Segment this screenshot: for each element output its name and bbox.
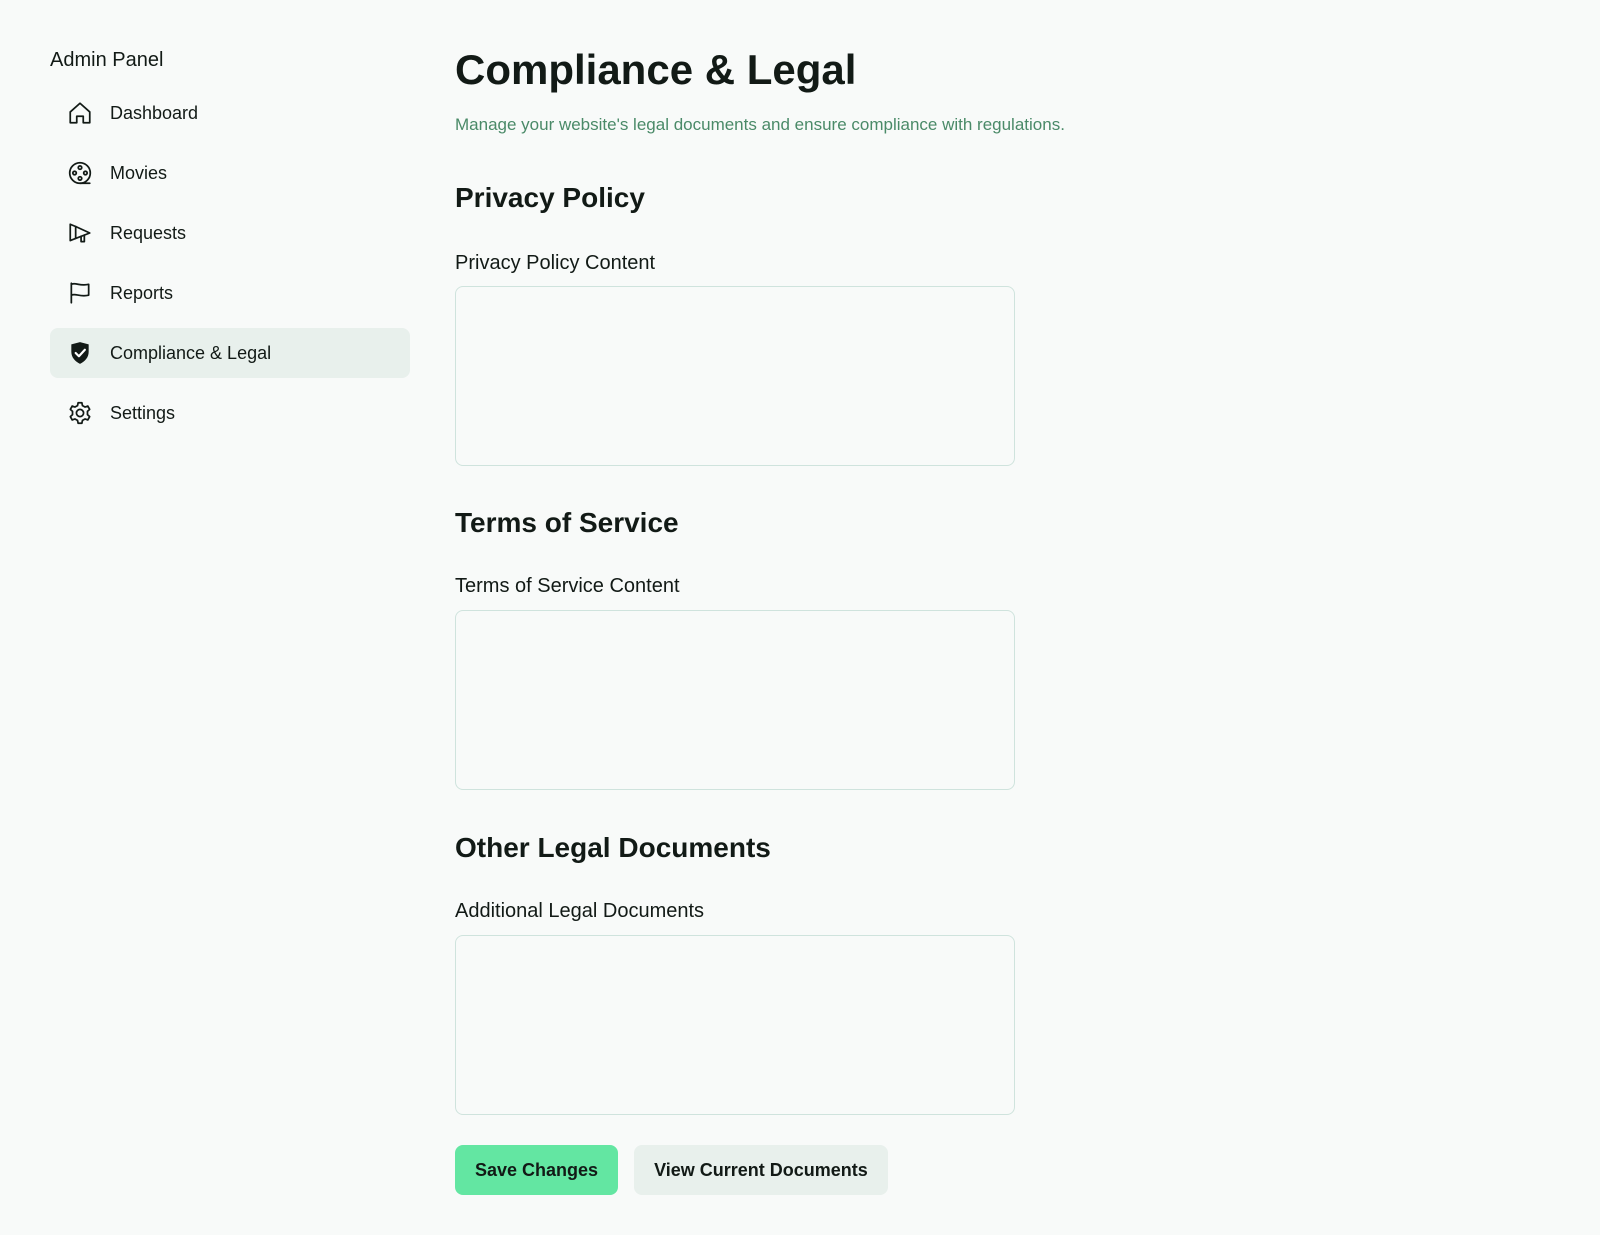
privacy-policy-heading: Privacy Policy [455,182,645,213]
sidebar-item-settings[interactable]: Settings [50,388,410,438]
main-content: Compliance & Legal Manage your website's… [455,40,1555,1195]
home-icon [66,99,94,127]
view-current-documents-button[interactable]: View Current Documents [634,1145,888,1195]
save-changes-button[interactable]: Save Changes [455,1145,619,1195]
sidebar: Admin Panel Dashboard Movies Requests Re… [50,44,410,448]
terms-of-service-textarea[interactable] [455,610,1015,790]
sidebar-item-label: Reports [110,282,174,303]
additional-legal-documents-label: Additional Legal Documents [455,900,705,922]
additional-legal-documents-textarea[interactable] [455,935,1015,1115]
sidebar-item-reports[interactable]: Reports [50,268,410,318]
page-title: Compliance & Legal [455,46,857,93]
privacy-policy-label: Privacy Policy Content [455,252,656,274]
sidebar-item-compliance-legal[interactable]: Compliance & Legal [50,328,410,378]
terms-of-service-label: Terms of Service Content [455,575,680,597]
action-buttons: Save Changes View Current Documents [455,1145,888,1195]
page-subtitle: Manage your website's legal documents an… [455,115,1065,134]
gear-icon [66,399,94,427]
film-reel-icon [66,159,94,187]
sidebar-item-movies[interactable]: Movies [50,148,410,198]
sidebar-item-label: Movies [110,162,168,183]
sidebar-item-label: Requests [110,222,187,243]
sidebar-item-label: Settings [110,402,176,423]
sidebar-item-requests[interactable]: Requests [50,208,410,258]
shield-check-icon [66,339,94,367]
terms-of-service-heading: Terms of Service [455,507,679,538]
flag-icon [66,279,94,307]
sidebar-item-dashboard[interactable]: Dashboard [50,88,410,138]
sidebar-item-label: Dashboard [110,102,199,123]
sidebar-title: Admin Panel [50,49,164,71]
privacy-policy-textarea[interactable] [455,286,1015,466]
sidebar-item-label: Compliance & Legal [110,342,272,363]
megaphone-icon [66,219,94,247]
other-legal-documents-heading: Other Legal Documents [455,832,771,863]
